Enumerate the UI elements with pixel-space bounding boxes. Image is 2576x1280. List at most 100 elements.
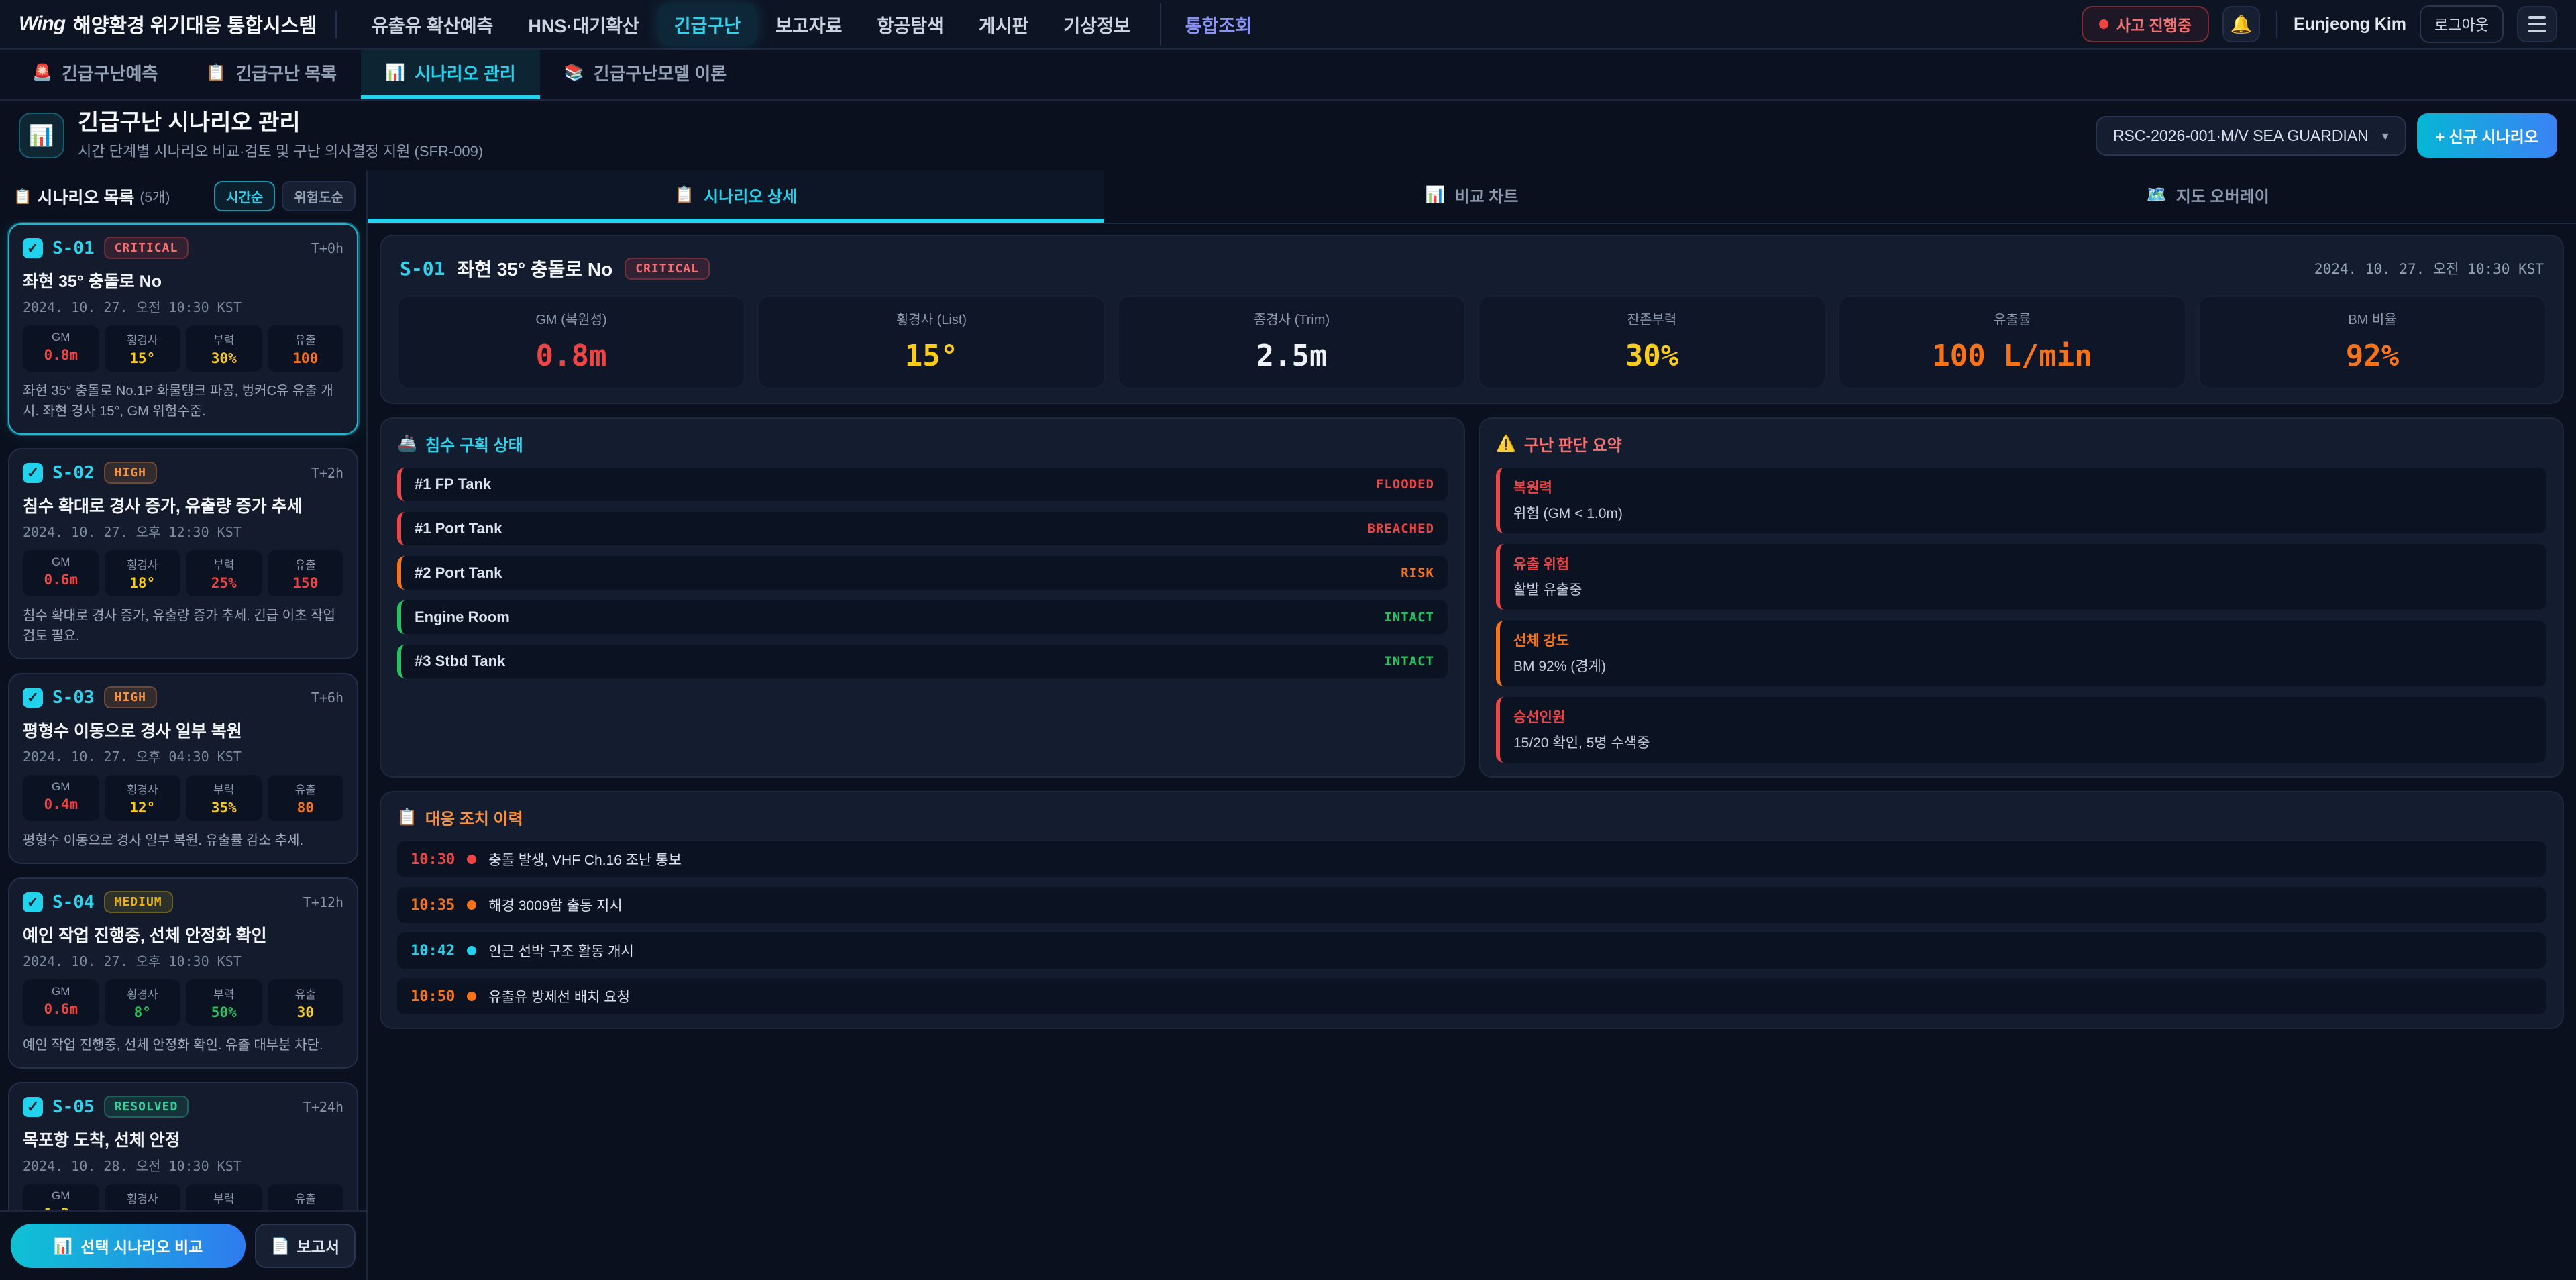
case-selector-value: RSC-2026-001·M/V SEA GUARDIAN	[2113, 127, 2369, 145]
panel-title-label: 구난 판단 요약	[1524, 432, 1622, 456]
tank-status: FLOODED	[1376, 477, 1434, 492]
scenario-card-s01[interactable]: ✓ S-01 CRITICAL T+0h 좌현 35° 충돌로 No 2024.…	[8, 223, 358, 435]
kpi-buoyancy: 잔존부력30%	[1478, 295, 1826, 389]
metric-tile: 유출80	[268, 775, 344, 821]
new-scenario-button[interactable]: + 신규 시나리오	[2417, 113, 2557, 158]
tab-label: 긴급구난예측	[62, 60, 158, 85]
nav-item-integrated-search[interactable]: 통합조회	[1160, 3, 1268, 46]
metric-tile: 부력25%	[186, 550, 262, 596]
content: 📋 시나리오 목록 (5개) 시간순 위험도순 ✓ S-01 CRITICAL …	[0, 170, 2576, 1280]
scenario-checkbox[interactable]: ✓	[23, 688, 43, 708]
detail-timestamp: 2024. 10. 27. 오전 10:30 KST	[2314, 258, 2544, 278]
user-name: Eunjeong Kim	[2294, 15, 2406, 34]
case-selector[interactable]: RSC-2026-001·M/V SEA GUARDIAN ▾	[2096, 116, 2406, 156]
module-tabbar: 🚨 긴급구난예측 📋 긴급구난 목록 📊 시나리오 관리 📚 긴급구난모델 이론	[0, 50, 2576, 101]
tank-status: INTACT	[1384, 654, 1434, 669]
scenario-description: 좌현 35° 충돌로 No.1P 화물탱크 파공, 벙커C유 유출 개시. 좌현…	[23, 381, 343, 421]
nav-item-weather[interactable]: 기상정보	[1047, 3, 1146, 46]
menu-button[interactable]	[2517, 6, 2557, 42]
assessment-row: 복원력 위험 (GM < 1.0m)	[1496, 468, 2546, 533]
nav-item-board[interactable]: 게시판	[963, 3, 1045, 46]
compare-scenarios-button[interactable]: 📊 선택 시나리오 비교	[11, 1224, 246, 1268]
nav-item-aerial-search[interactable]: 항공탐색	[861, 3, 960, 46]
scenario-id: S-01	[52, 238, 95, 258]
scenario-card-s03[interactable]: ✓ S-03 HIGH T+6h 평형수 이동으로 경사 일부 복원 2024.…	[8, 673, 358, 864]
kpi-gm: GM (복원성)0.8m	[397, 295, 745, 389]
clipboard-icon: 📋	[206, 63, 226, 83]
clipboard-icon: 📋	[13, 188, 32, 205]
report-button[interactable]: 📄 보고서	[255, 1224, 356, 1268]
metric-tile: 유출100	[268, 325, 344, 372]
time-offset: T+12h	[303, 894, 343, 910]
document-icon: 📄	[271, 1237, 290, 1255]
detail-scenario-title: 좌현 35° 충돌로 No	[457, 255, 612, 282]
scenario-card-s02[interactable]: ✓ S-02 HIGH T+2h 침수 확대로 경사 증가, 유출량 증가 추세…	[8, 448, 358, 659]
flooding-status-panel: 🚢 침수 구획 상태 #1 FP Tank FLOODED #1 Port Ta…	[380, 417, 1465, 778]
scenario-summary-panel: S-01 좌현 35° 충돌로 No CRITICAL 2024. 10. 27…	[380, 235, 2564, 404]
metric-tile: GM0.6m	[23, 979, 99, 1026]
rescue-assessment-panel: ⚠️ 구난 판단 요약 복원력 위험 (GM < 1.0m) 유출 위험 활발 …	[1479, 417, 2564, 778]
action-text: 해경 3009함 출동 지시	[488, 895, 622, 915]
sidebar-footer: 📊 선택 시나리오 비교 📄 보고서	[0, 1210, 366, 1280]
tab-rescue-model-theory[interactable]: 📚 긴급구난모델 이론	[540, 50, 751, 99]
tank-row: #1 Port Tank BREACHED	[397, 512, 1448, 545]
metric-tile: 유출30	[268, 979, 344, 1026]
tank-row: Engine Room INTACT	[397, 600, 1448, 634]
metric-tile: GM0.6m	[23, 550, 99, 596]
nav-item-oil-spill[interactable]: 유출유 확산예측	[356, 3, 509, 46]
page-header-actions: RSC-2026-001·M/V SEA GUARDIAN ▾ + 신규 시나리…	[2096, 113, 2557, 158]
action-log-row: 10:30 충돌 발생, VHF Ch.16 조난 통보	[397, 841, 2546, 877]
tank-name: Engine Room	[415, 608, 510, 626]
metric-tile: 부력30%	[186, 325, 262, 372]
clipboard-icon: 📋	[397, 808, 417, 827]
metric-tile: 부력50%	[186, 979, 262, 1026]
nav-item-hns[interactable]: HNS·대기확산	[512, 3, 655, 46]
sort-by-risk-button[interactable]: 위험도순	[282, 181, 356, 211]
sidebar-title: 시나리오 목록	[37, 184, 134, 209]
divider	[2276, 11, 2277, 38]
scenario-id: S-03	[52, 688, 95, 708]
sort-by-time-button[interactable]: 시간순	[214, 181, 275, 211]
books-icon: 📚	[564, 63, 584, 83]
tab-scenario-detail[interactable]: 📋 시나리오 상세	[368, 170, 1104, 223]
assessment-label: 승선인원	[1513, 706, 2533, 727]
assessment-label: 선체 강도	[1513, 630, 2533, 650]
scenario-card-s04[interactable]: ✓ S-04 MEDIUM T+12h 예인 작업 진행중, 선체 안정화 확인…	[8, 877, 358, 1069]
notification-button[interactable]: 🔔	[2222, 6, 2260, 42]
timeline-dot-icon	[467, 855, 476, 864]
tab-rescue-prediction[interactable]: 🚨 긴급구난예측	[8, 50, 182, 99]
metric-tile: GM1.2m	[23, 1184, 99, 1210]
bar-chart-icon: 📊	[1426, 185, 1446, 205]
detail-tabs: 📋 시나리오 상세 📊 비교 차트 🗺️ 지도 오버레이	[368, 170, 2576, 224]
tab-comparison-chart[interactable]: 📊 비교 차트	[1104, 170, 1839, 223]
panel-title-label: 침수 구획 상태	[425, 432, 523, 456]
assessment-row: 선체 강도 BM 92% (경계)	[1496, 621, 2546, 686]
kpi-list-angle: 횡경사 (List)15°	[757, 295, 1106, 389]
tab-map-overlay[interactable]: 🗺️ 지도 오버레이	[1840, 170, 2576, 223]
nav-item-emergency-rescue[interactable]: 긴급구난	[658, 3, 757, 46]
response-actions-panel: 📋 대응 조치 이력 10:30 충돌 발생, VHF Ch.16 조난 통보 …	[380, 791, 2564, 1029]
scenario-checkbox[interactable]: ✓	[23, 238, 43, 258]
metric-tile: 유출150	[268, 550, 344, 596]
scenario-checkbox[interactable]: ✓	[23, 463, 43, 483]
severity-badge: CRITICAL	[104, 237, 189, 259]
scenario-date: 2024. 10. 27. 오후 12:30 KST	[23, 521, 343, 541]
tab-scenario-management[interactable]: 📊 시나리오 관리	[361, 50, 540, 99]
scenario-metrics: GM0.6m 횡경사8° 부력50% 유출30	[23, 979, 343, 1026]
scenario-checkbox[interactable]: ✓	[23, 1097, 43, 1117]
scenario-id: S-04	[52, 892, 95, 912]
logout-button[interactable]: 로그아웃	[2420, 5, 2504, 43]
sidebar-header: 📋 시나리오 목록 (5개) 시간순 위험도순	[0, 170, 366, 219]
action-log-row: 10:42 인근 선박 구조 활동 개시	[397, 932, 2546, 969]
scenario-checkbox[interactable]: ✓	[23, 892, 43, 912]
scenario-card-s05[interactable]: ✓ S-05 RESOLVED T+24h 목포항 도착, 선체 안정 2024…	[8, 1082, 358, 1210]
metric-tile: 부력35%	[186, 775, 262, 821]
scenario-title: 평형수 이동으로 경사 일부 복원	[23, 718, 343, 742]
bar-chart-icon: 📊	[385, 63, 405, 83]
compare-label: 선택 시나리오 비교	[80, 1234, 203, 1257]
assessment-row: 유출 위험 활발 유출중	[1496, 544, 2546, 610]
metric-tile: 횡경사15°	[105, 325, 181, 372]
nav-item-reports[interactable]: 보고자료	[759, 3, 858, 46]
tab-rescue-list[interactable]: 📋 긴급구난 목록	[182, 50, 361, 99]
scenario-description: 예인 작업 진행중, 선체 안정화 확인. 유출 대부분 차단.	[23, 1035, 343, 1055]
